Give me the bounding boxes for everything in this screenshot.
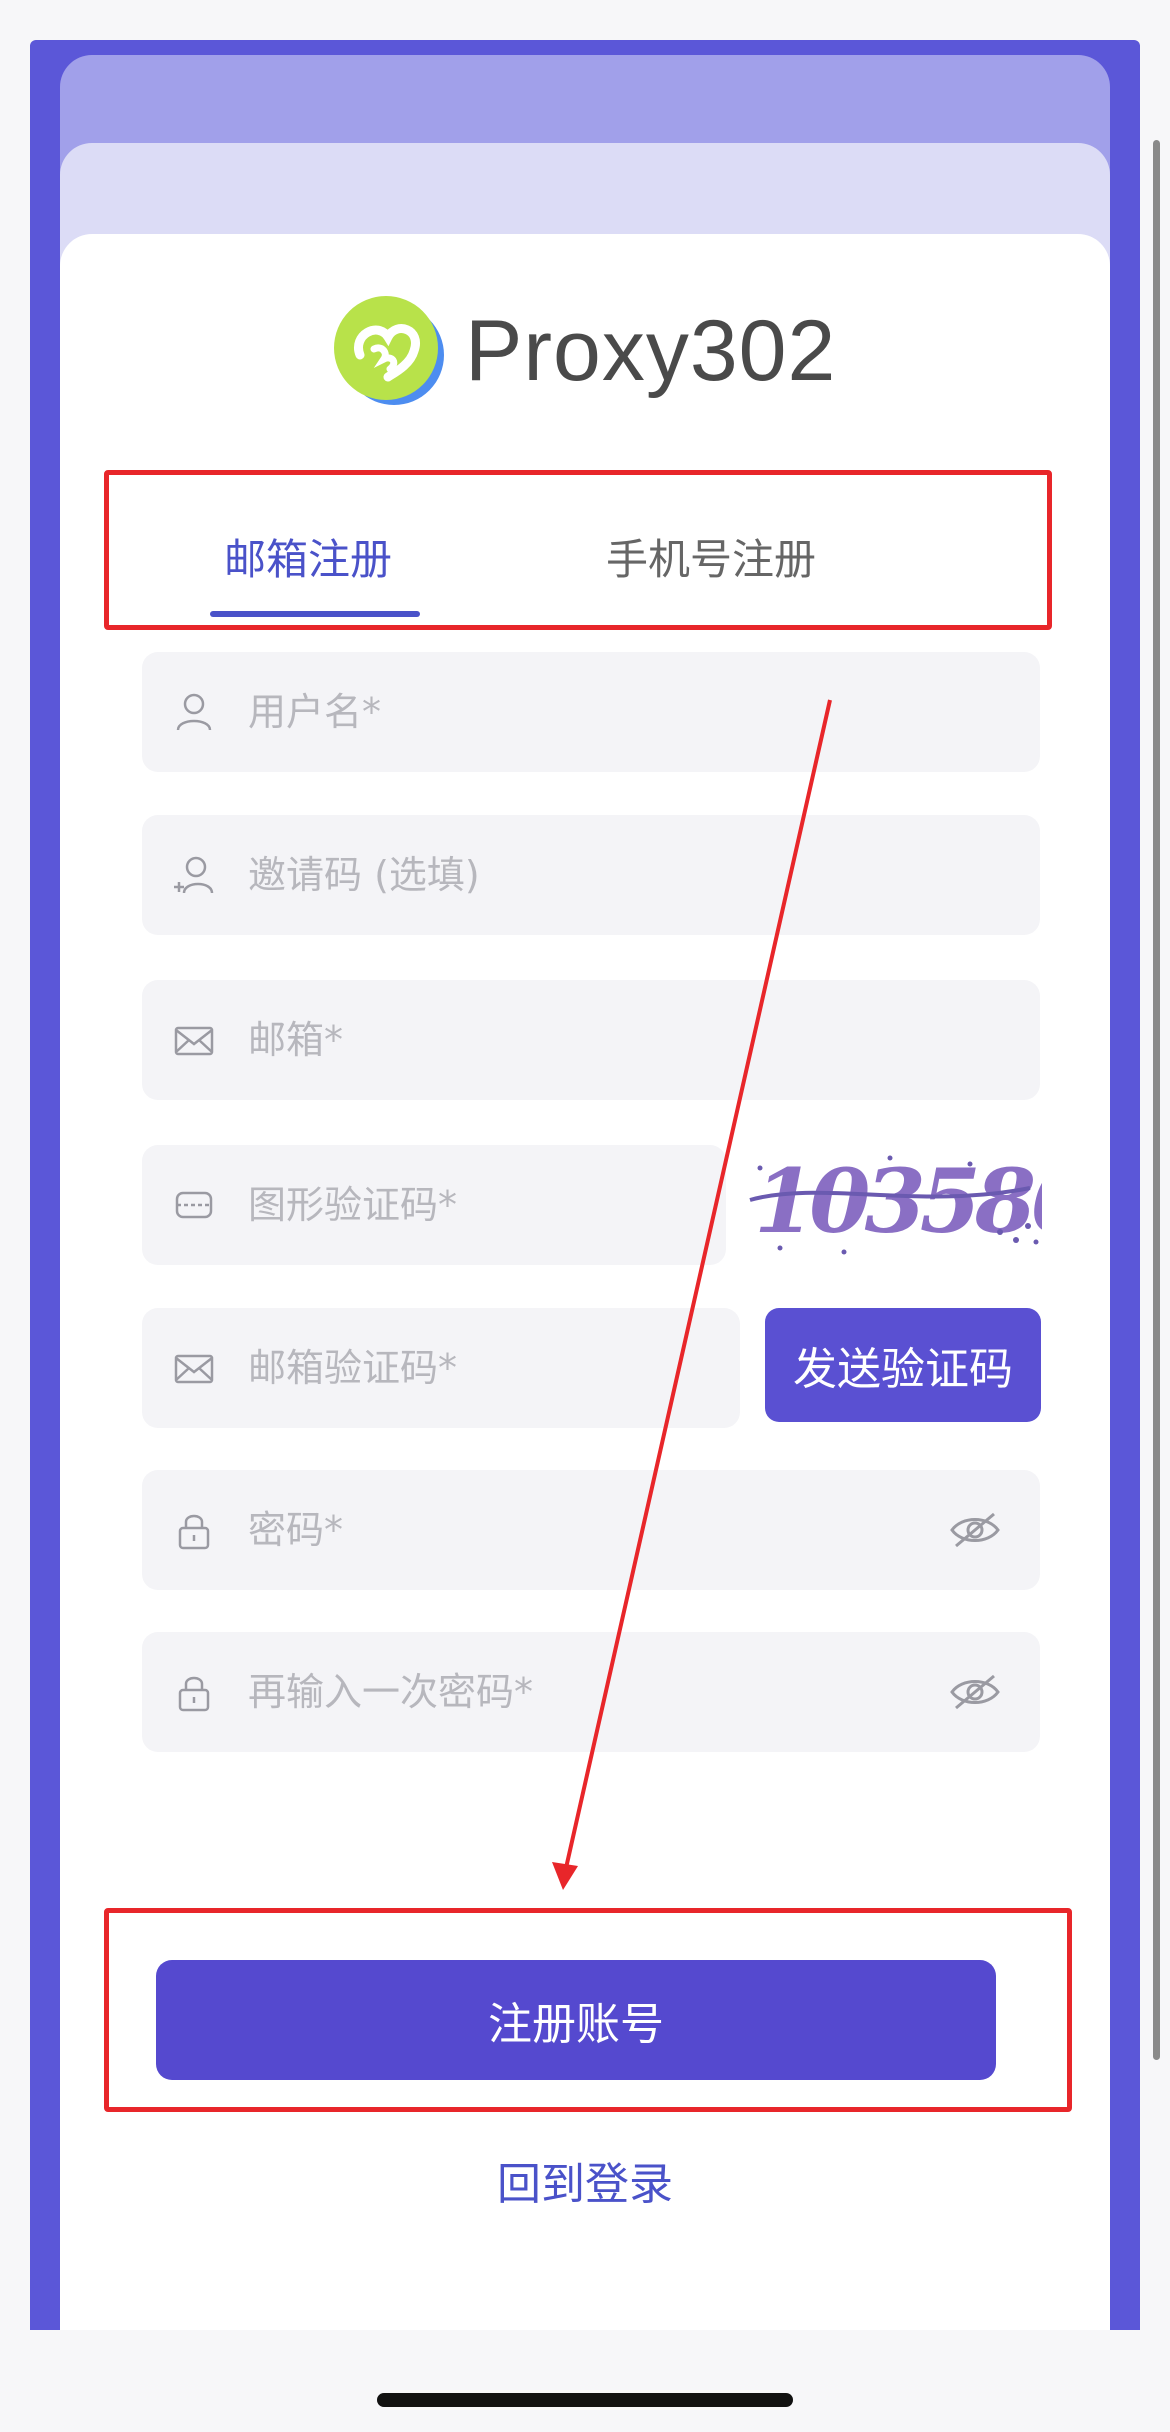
invite-code-placeholder: 邀请码 (选填) — [248, 853, 480, 897]
confirm-password-placeholder: 再输入一次密码* — [248, 1670, 534, 1714]
captcha-image[interactable]: 103586 — [740, 1140, 1042, 1262]
scrollbar[interactable] — [1153, 140, 1160, 2060]
password-field[interactable]: 密码* — [142, 1470, 1040, 1590]
eye-off-icon[interactable] — [948, 1672, 1002, 1712]
email-code-placeholder: 邮箱验证码* — [248, 1346, 458, 1390]
email-code-field[interactable]: 邮箱验证码* — [142, 1308, 740, 1428]
username-field[interactable]: 用户名* — [142, 652, 1040, 772]
brand-name: Proxy302 — [465, 303, 837, 399]
lock-icon — [178, 1514, 210, 1550]
email-field[interactable]: 邮箱* — [142, 980, 1040, 1100]
annotation-box-tabs — [104, 470, 1052, 630]
username-placeholder: 用户名* — [248, 690, 382, 734]
confirm-password-field[interactable]: 再输入一次密码* — [142, 1632, 1040, 1752]
captcha-placeholder: 图形验证码* — [248, 1183, 458, 1227]
password-placeholder: 密码* — [248, 1508, 344, 1552]
home-indicator[interactable] — [377, 2393, 793, 2407]
bottom-safe-area — [0, 2330, 1170, 2432]
brand-logo: Proxy302 — [330, 293, 850, 413]
user-icon — [176, 693, 212, 731]
captcha-icon — [175, 1191, 213, 1219]
back-to-login-link[interactable]: 回到登录 — [0, 2150, 1170, 2220]
mail-icon — [174, 1026, 214, 1056]
annotation-box-submit — [104, 1908, 1072, 2112]
captcha-text: 103586 — [754, 1149, 1042, 1253]
mail-icon — [174, 1354, 214, 1384]
eye-off-icon[interactable] — [948, 1510, 1002, 1550]
email-placeholder: 邮箱* — [248, 1018, 344, 1062]
captcha-field[interactable]: 图形验证码* — [142, 1145, 726, 1265]
user-add-icon — [174, 856, 214, 894]
send-code-button[interactable]: 发送验证码 — [765, 1308, 1041, 1422]
invite-code-field[interactable]: 邀请码 (选填) — [142, 815, 1040, 935]
proxy302-logo-icon — [334, 296, 444, 405]
lock-icon — [178, 1676, 210, 1712]
